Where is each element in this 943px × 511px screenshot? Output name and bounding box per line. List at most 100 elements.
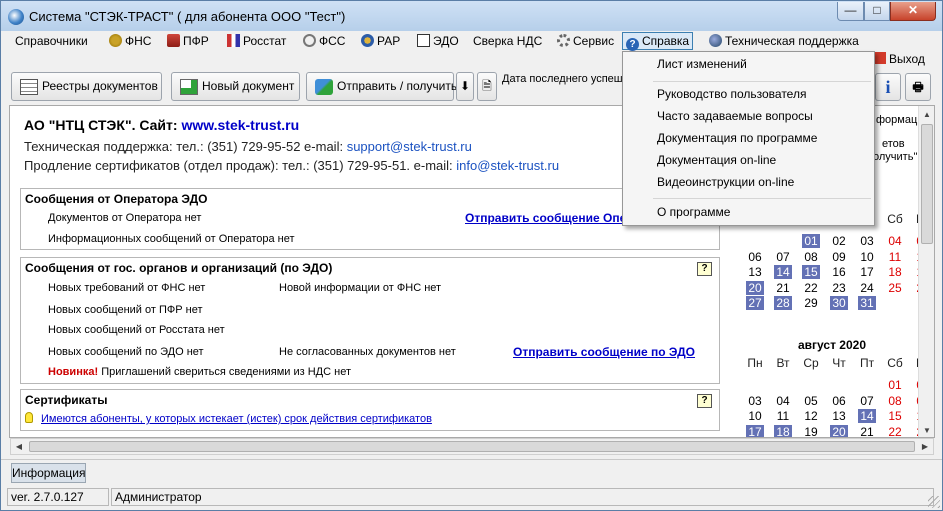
title-bar[interactable]: Система "СТЭК-ТРАСТ" ( для абонента ООО … <box>1 1 942 31</box>
calendar-day[interactable]: 01 <box>802 234 820 248</box>
calendar-day[interactable]: 18 <box>886 265 904 279</box>
menu-pfr[interactable]: ПФР <box>167 33 209 51</box>
calendar-day[interactable]: 10 <box>746 409 764 423</box>
scroll-left-icon[interactable]: ◀ <box>11 439 27 454</box>
calendar-day[interactable]: 16 <box>830 265 848 279</box>
menu-item-changelog[interactable]: Лист изменений <box>625 54 872 75</box>
calendar-day[interactable]: 13 <box>830 409 848 423</box>
calendar-day[interactable]: 15 <box>886 409 904 423</box>
scroll-down-icon[interactable]: ▼ <box>919 422 934 437</box>
calendar-day[interactable]: 21 <box>858 425 876 438</box>
calendar-day[interactable]: 08 <box>802 250 820 264</box>
calendar-day[interactable]: 04 <box>886 234 904 248</box>
menu-item-user-guide[interactable]: Руководство пользователя <box>625 84 872 105</box>
fns-requirements: Новых требований от ФНС нет <box>48 282 206 294</box>
calendar-day[interactable]: 21 <box>774 281 792 295</box>
menu-fss[interactable]: ФСС <box>303 33 345 51</box>
calendar-day[interactable]: 11 <box>774 409 792 423</box>
menu-rosstat[interactable]: Росстат <box>227 33 286 51</box>
menu-servis[interactable]: Сервис <box>557 33 614 51</box>
calendar-day[interactable]: 03 <box>746 394 764 408</box>
calendar-day-header: Ср <box>803 356 819 370</box>
info-button[interactable]: i <box>875 73 901 101</box>
minimize-button[interactable]: — <box>837 2 864 21</box>
calendar-day-header: Сб <box>887 212 903 226</box>
calendar-day[interactable]: 02 <box>830 234 848 248</box>
menu-spravochniki[interactable]: Справочники <box>15 33 88 51</box>
scroll-right-icon[interactable]: ▶ <box>917 439 933 454</box>
calendar-day[interactable]: 01 <box>886 378 904 392</box>
scroll-up-icon[interactable]: ▲ <box>919 106 934 123</box>
gov-help-button[interactable]: ? <box>697 262 712 276</box>
horizontal-scroll-thumb[interactable] <box>29 441 915 452</box>
calendar-day[interactable]: 12 <box>802 409 820 423</box>
archive-button[interactable]: 🗎 <box>477 72 497 101</box>
vertical-scroll-thumb[interactable] <box>921 124 933 244</box>
calendar-day[interactable]: 29 <box>802 296 820 310</box>
menu-edo[interactable]: ЭДО <box>417 33 459 51</box>
menu-item-video-guides[interactable]: Видеоинструкции on-line <box>625 172 872 193</box>
calendar-day[interactable]: 14 <box>858 409 876 423</box>
menu-sverka-nds[interactable]: Сверка НДС <box>473 33 542 51</box>
calendar-day[interactable]: 14 <box>774 265 792 279</box>
info-email-link[interactable]: info@stek-trust.ru <box>456 158 559 173</box>
calendar-day[interactable]: 22 <box>802 281 820 295</box>
calendar-day[interactable]: 20 <box>830 424 848 437</box>
menu-spravka[interactable]: ? Справка <box>622 32 694 51</box>
calendar-day[interactable]: 06 <box>830 394 848 408</box>
dropdown-arrow-button[interactable]: ⬇ <box>456 72 474 101</box>
menu-fns[interactable]: ФНС <box>109 33 151 51</box>
fss-icon <box>303 34 316 47</box>
expiring-certs-link[interactable]: Имеются абоненты, у которых истекает (ис… <box>41 413 432 425</box>
menu-tech-support[interactable]: Техническая поддержка <box>709 33 859 51</box>
certs-help-button[interactable]: ? <box>697 394 712 408</box>
registry-button[interactable]: Реестры документов <box>11 72 162 101</box>
calendar-day[interactable]: 06 <box>746 250 764 264</box>
calendar-day[interactable]: 03 <box>858 234 876 248</box>
calendar-day[interactable]: 08 <box>886 394 904 408</box>
menu-item-program-docs[interactable]: Документация по программе <box>625 128 872 149</box>
print-button[interactable]: 🖶 <box>905 73 931 101</box>
calendar-day[interactable]: 09 <box>830 250 848 264</box>
calendar-day[interactable]: 17 <box>858 265 876 279</box>
calendar-day[interactable]: 18 <box>774 424 792 437</box>
send-edo-message-link[interactable]: Отправить сообщение по ЭДО <box>513 345 695 359</box>
resize-grip-icon[interactable] <box>928 496 940 508</box>
site-link[interactable]: www.stek-trust.ru <box>181 117 299 133</box>
calendar-day[interactable]: 31 <box>858 296 876 310</box>
certs-line: Продление сертификатов (отдел продаж): т… <box>24 158 560 173</box>
close-button[interactable]: ✕ <box>890 2 936 21</box>
menu-item-faq[interactable]: Часто задаваемые вопросы <box>625 106 872 127</box>
calendar-day[interactable]: 20 <box>746 280 764 295</box>
calendar-day[interactable]: 07 <box>858 394 876 408</box>
send-receive-button[interactable]: Отправить / получить <box>306 72 457 101</box>
support-email-link[interactable]: support@stek-trust.ru <box>347 139 472 154</box>
calendar-day[interactable]: 23 <box>830 281 848 295</box>
calendar-day[interactable]: 13 <box>746 265 764 279</box>
calendar-day[interactable]: 04 <box>774 394 792 408</box>
new-document-button[interactable]: Новый документ <box>171 72 300 101</box>
calendar-day[interactable]: 22 <box>886 425 904 438</box>
menu-item-online-docs[interactable]: Документация on-line <box>625 150 872 171</box>
calendar-day[interactable]: 10 <box>858 250 876 264</box>
calendar-day[interactable]: 05 <box>802 394 820 408</box>
calendar-day[interactable]: 11 <box>886 250 904 264</box>
menu-rar[interactable]: РАР <box>361 33 400 51</box>
menu-item-about[interactable]: О программе <box>625 202 872 223</box>
calendar-day[interactable]: 15 <box>802 265 820 279</box>
calendar-day[interactable]: 07 <box>774 250 792 264</box>
unagreed-docs: Не согласованных документов нет <box>279 346 456 358</box>
calendar-day[interactable]: 19 <box>802 425 820 438</box>
calendar-day[interactable]: 27 <box>746 296 764 310</box>
tab-information[interactable]: Информация <box>11 463 86 483</box>
calendar-day[interactable]: 30 <box>830 296 848 310</box>
calendar-day[interactable]: 28 <box>774 296 792 310</box>
vertical-scrollbar[interactable]: ▲ ▼ <box>918 106 934 437</box>
calendar-day[interactable]: 24 <box>858 281 876 295</box>
exit-button[interactable]: Выход <box>874 52 925 66</box>
maximize-button[interactable]: □ <box>864 2 890 21</box>
send-operator-message-link[interactable]: Отправить сообщение Опе <box>465 211 626 225</box>
horizontal-scrollbar[interactable]: ◀ ▶ <box>10 438 934 455</box>
calendar-day[interactable]: 17 <box>746 424 764 437</box>
calendar-day[interactable]: 25 <box>886 281 904 295</box>
